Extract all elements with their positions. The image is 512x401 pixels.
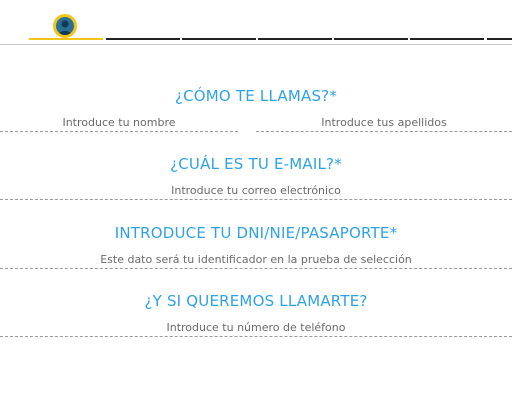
id-input[interactable] [0,249,512,270]
email-field[interactable] [0,179,512,201]
id-field[interactable] [0,248,512,270]
email-input[interactable] [0,180,512,201]
step-3-segment [182,38,256,40]
email-question: ¿CUÁL ES TU E-MAIL?* [170,155,342,173]
step-2-segment [106,38,180,40]
id-question: INTRODUCE TU DNI/NIE/PASAPORTE* [114,224,398,242]
stepper-baseline [0,44,512,45]
phone-question: ¿Y SI QUEREMOS LLAMARTE? [144,292,368,310]
name-input[interactable] [0,112,238,133]
phone-field[interactable] [0,316,512,338]
progress-stepper [0,0,512,46]
name-question: ¿CÓMO TE LLAMAS?* [174,87,338,105]
step-6-segment [410,38,484,40]
step-4-segment [258,38,332,40]
user-avatar-icon [53,14,77,38]
surname-field[interactable] [256,111,512,133]
step-1-segment [29,38,103,40]
phone-input[interactable] [0,317,512,338]
step-5-segment [334,38,408,40]
name-field[interactable] [0,111,238,133]
surname-input[interactable] [256,112,512,133]
step-7-segment [487,38,512,40]
